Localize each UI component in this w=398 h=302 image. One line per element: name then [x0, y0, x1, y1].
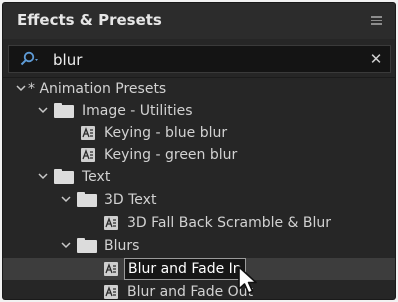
search-input[interactable]: [53, 50, 363, 70]
tree-item-label: Blur and Fade Out: [127, 284, 254, 299]
animation-preset-icon: [81, 148, 95, 162]
tree-item-blur-and-fade-out[interactable]: Blur and Fade Out: [3, 281, 395, 299]
animation-preset-icon: [104, 262, 118, 276]
chevron-down-icon[interactable]: [61, 242, 71, 249]
search-icon[interactable]: [17, 51, 41, 67]
close-icon[interactable]: ✕: [366, 48, 386, 70]
search-box: ✕: [8, 45, 391, 73]
animation-preset-icon: [104, 216, 118, 230]
tree-item-label: Image - Utilities: [82, 103, 193, 119]
tree-item-label: 3D Text: [104, 192, 157, 208]
tree-item-text[interactable]: Text: [3, 166, 395, 188]
tree-item-image-utilities[interactable]: Image - Utilities: [3, 100, 395, 122]
tree-item-blurs[interactable]: Blurs: [3, 235, 395, 257]
tree-item-keying-green-blur[interactable]: Keying - green blur: [3, 144, 395, 166]
folder-icon: [77, 238, 97, 253]
chevron-down-icon[interactable]: [16, 85, 26, 92]
hamburger-menu-icon[interactable]: [371, 16, 382, 25]
mouse-pointer-icon: [238, 266, 257, 294]
folder-icon: [54, 103, 74, 118]
panel-title[interactable]: Effects & Presets: [17, 11, 162, 29]
animation-preset-icon: [104, 285, 118, 299]
tree-item-label: Keying - blue blur: [104, 125, 228, 141]
tree-item-keying-blue-blur[interactable]: Keying - blue blur: [3, 122, 395, 144]
tree-item-label: Keying - green blur: [104, 147, 238, 163]
folder-icon: [77, 192, 97, 207]
tree-item-blur-and-fade-in[interactable]: Blur and Fade In: [3, 258, 395, 280]
tree-item-animation-presets[interactable]: * Animation Presets: [3, 78, 395, 100]
chevron-down-icon[interactable]: [61, 196, 71, 203]
tree-item-label: 3D Fall Back Scramble & Blur: [127, 215, 332, 231]
tree-item-label: Blur and Fade In: [124, 258, 246, 280]
effects-presets-panel: Effects & Presets ✕ * Animation Presets …: [3, 3, 395, 299]
animation-preset-icon: [81, 126, 95, 140]
tree-item-label: Blurs: [104, 238, 140, 254]
chevron-down-icon[interactable]: [38, 107, 48, 114]
folder-icon: [54, 169, 74, 184]
panel-header: Effects & Presets: [3, 3, 395, 39]
chevron-down-icon[interactable]: [38, 173, 48, 180]
tree-item-3d-text[interactable]: 3D Text: [3, 189, 395, 211]
tree-item-label: * Animation Presets: [28, 81, 167, 97]
preset-tree: * Animation Presets Image - Utilities Ke…: [3, 77, 395, 299]
tree-item-3d-fall-back-scramble-blur[interactable]: 3D Fall Back Scramble & Blur: [3, 212, 395, 234]
tree-item-label: Text: [82, 169, 111, 185]
